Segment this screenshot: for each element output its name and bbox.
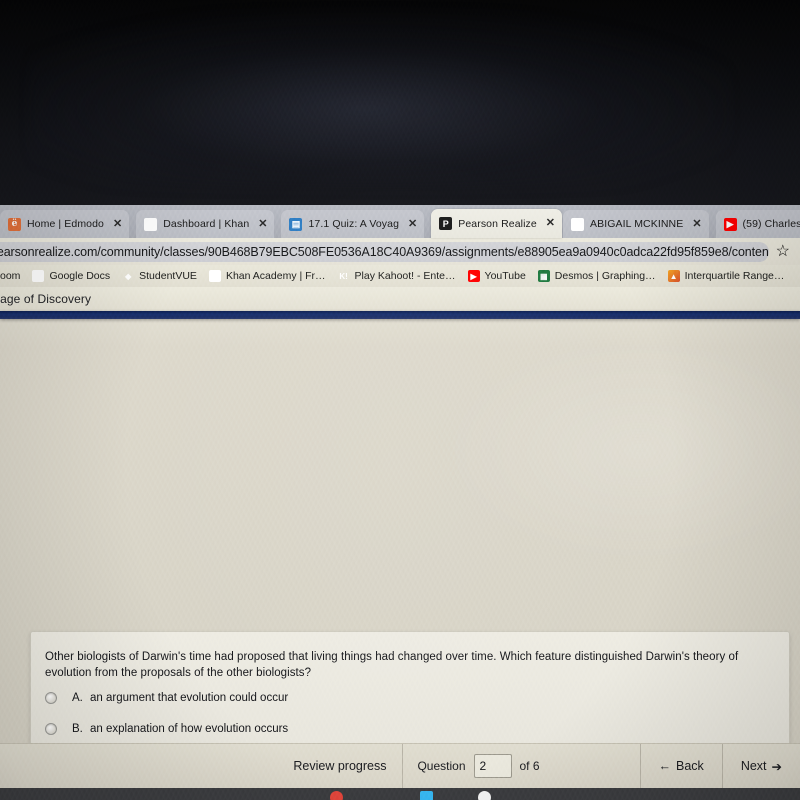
question-number-group: Question of 6 [403, 744, 553, 788]
choice-text: an explanation of how evolution occurs [90, 723, 289, 735]
bookmark-desmos[interactable]: ▦ Desmos | Graphing… [537, 270, 656, 282]
browser-tab-edmodo[interactable]: ë Home | Edmodo ✕ [0, 210, 130, 238]
taskbar-icon-white[interactable] [478, 791, 491, 800]
tab-close-icon[interactable]: ✕ [408, 218, 417, 230]
tab-close-icon[interactable]: ✕ [692, 218, 701, 230]
address-bar[interactable]: pearsonrealize.com/community/classes/90B… [0, 241, 769, 262]
bookmarks-bar: oom ▤ Google Docs ◆ StudentVUE ✪ Khan Ac… [0, 265, 800, 287]
bookmark-label: Google Docs [49, 270, 111, 282]
question-total-label: of 6 [519, 759, 540, 773]
answer-choice-a[interactable]: A. an argument that evolution could occu… [45, 692, 288, 704]
bookmark-label: Khan Academy | Fr… [225, 270, 326, 282]
browser-tab-quiz[interactable]: ▤ 17.1 Quiz: A Voyag ✕ [281, 210, 425, 238]
quiz-icon: ▤ [289, 217, 303, 231]
tab-title: Pearson Realize [458, 217, 537, 230]
arrow-left-icon: ← [658, 759, 672, 773]
browser-tab-strip: ë Home | Edmodo ✕ ✪ Dashboard | Khan ✕ ▤… [0, 205, 800, 238]
omnibox-row: pearsonrealize.com/community/classes/90B… [0, 238, 800, 265]
kahoot-icon: K! [339, 271, 348, 281]
answer-choice-b[interactable]: B. an explanation of how evolution occur… [45, 723, 288, 735]
bookmark-label: Interquartile Range… [684, 270, 785, 282]
bookmark-studentvue[interactable]: ◆ StudentVUE [122, 270, 197, 282]
google-docs-icon: ▤ [32, 270, 45, 282]
back-button-label: Back [676, 759, 704, 773]
bookmark-label: Play Kahoot! - Ente… [354, 270, 456, 282]
radio-button-icon[interactable] [45, 692, 57, 704]
browser-tab-pearson-realize[interactable]: P Pearson Realize ✕ [431, 209, 563, 238]
studentvue-icon: ◆ [125, 271, 132, 281]
edmodo-icon: ë [8, 217, 21, 231]
browser-tab-khan-dashboard[interactable]: ✪ Dashboard | Khan ✕ [136, 210, 275, 238]
bookmark-vimeo[interactable]: Ʋ [796, 270, 800, 282]
bookmark-zoom[interactable]: oom [0, 270, 20, 282]
bookmark-star-icon[interactable]: ☆ [776, 243, 790, 260]
bookmark-youtube[interactable]: ▶ YouTube [467, 270, 526, 282]
tab-close-icon[interactable]: ✕ [258, 218, 267, 230]
vimeo-icon: Ʋ [796, 270, 800, 282]
pearson-icon: P [439, 217, 453, 230]
browser-window: ë Home | Edmodo ✕ ✪ Dashboard | Khan ✕ ▤… [0, 205, 800, 788]
os-taskbar [0, 788, 800, 800]
browser-tab-abigail-mckinney[interactable]: ☰ ABIGAIL MCKINNE ✕ [563, 210, 709, 238]
tab-title: Home | Edmodo [27, 218, 104, 230]
monitor-photo: ë Home | Edmodo ✕ ✪ Dashboard | Khan ✕ ▤… [0, 0, 800, 800]
tab-close-icon[interactable]: ✕ [113, 218, 122, 230]
khan-academy-icon: ✪ [144, 217, 158, 231]
youtube-icon: ▶ [723, 217, 737, 231]
page-title: yage of Discovery [0, 292, 92, 306]
bezel-glow [30, 12, 730, 187]
bookmark-label: Desmos | Graphing… [554, 270, 656, 282]
choice-letter: B. [72, 723, 83, 735]
choice-letter: A. [72, 692, 83, 704]
tab-title: (59) Charles Darw [742, 218, 800, 230]
document-icon: ☰ [571, 217, 585, 231]
youtube-icon: ▶ [467, 270, 480, 282]
back-button[interactable]: ← Back [639, 744, 723, 788]
bookmark-khan-academy[interactable]: ✪ Khan Academy | Fr… [208, 270, 326, 282]
bookmark-label: StudentVUE [139, 270, 197, 282]
bookmark-kahoot[interactable]: K! Play Kahoot! - Ente… [338, 270, 456, 282]
review-progress-button[interactable]: Review progress [277, 744, 404, 788]
interquartile-icon: ▲ [667, 270, 680, 282]
choice-text: an argument that evolution could occur [90, 692, 289, 704]
question-number-input[interactable] [473, 754, 512, 778]
tab-title: 17.1 Quiz: A Voyag [308, 218, 400, 230]
bookmark-interquartile-range[interactable]: ▲ Interquartile Range… [667, 270, 785, 282]
lesson-header: yage of Discovery [0, 287, 800, 311]
bookmark-label: oom [0, 270, 21, 282]
tab-title: ABIGAIL MCKINNE [590, 218, 684, 230]
tab-title: Dashboard | Khan [163, 218, 250, 230]
desmos-icon: ▦ [537, 270, 550, 282]
arrow-right-icon: ➔ [771, 759, 782, 774]
url-text: pearsonrealize.com/community/classes/90B… [0, 244, 769, 259]
question-prompt: Other biologists of Darwin's time had pr… [45, 651, 739, 679]
bookmark-google-docs[interactable]: ▤ Google Docs [32, 270, 110, 282]
question-label: Question [417, 759, 466, 773]
tab-close-icon[interactable]: ✕ [546, 218, 555, 229]
web-page-content: yage of Discovery Other biologists of Da… [0, 287, 800, 788]
khan-academy-icon: ✪ [208, 270, 221, 282]
next-button-label: Next [740, 759, 767, 773]
taskbar-icon-red[interactable] [330, 791, 343, 800]
browser-tab-charles-darwin-video[interactable]: ▶ (59) Charles Darw [715, 210, 800, 238]
next-button[interactable]: Next ➔ [723, 744, 800, 788]
quiz-navigation-toolbar: Review progress Question of 6 ← Back Nex… [0, 743, 800, 788]
navy-divider [0, 311, 800, 319]
taskbar-icon-blue[interactable] [420, 791, 433, 800]
radio-button-icon[interactable] [45, 723, 57, 735]
bookmark-label: YouTube [484, 270, 526, 282]
